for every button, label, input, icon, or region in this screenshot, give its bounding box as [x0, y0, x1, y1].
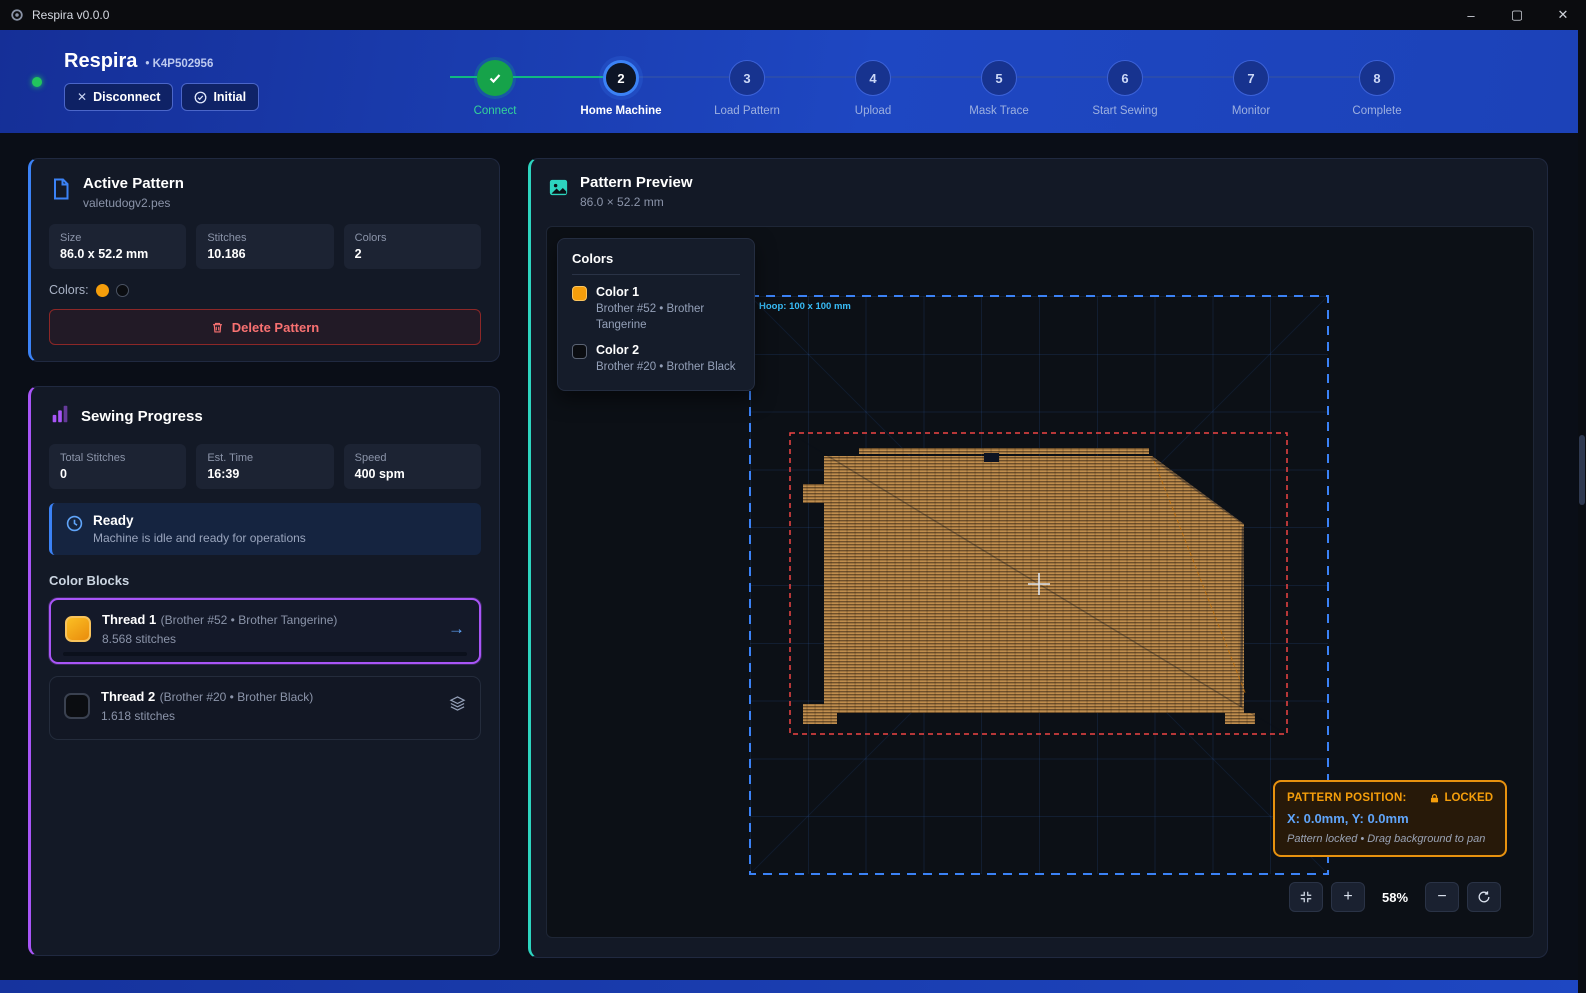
preview-dimensions: 86.0 × 52.2 mm: [580, 195, 693, 209]
zoom-reset-button[interactable]: [1467, 882, 1501, 912]
legend-swatch-2: [572, 344, 587, 359]
delete-pattern-button[interactable]: Delete Pattern: [49, 309, 481, 345]
colors-label: Colors:: [49, 283, 89, 297]
connection-status-dot: [32, 77, 42, 87]
machine-status-banner: Ready Machine is idle and ready for oper…: [49, 503, 481, 555]
step-connect[interactable]: Connect: [432, 60, 558, 117]
step-home-machine[interactable]: 2 Home Machine: [558, 60, 684, 117]
check-circle-icon: [194, 91, 207, 104]
step-complete[interactable]: 8 Complete: [1314, 60, 1440, 117]
pattern-lock-hint: Pattern locked • Drag background to pan: [1287, 833, 1493, 845]
hoop-size-label: Hoop: 100 x 100 mm: [759, 301, 851, 312]
next-section-strip: [0, 980, 1586, 993]
thread-1-swatch: [65, 616, 91, 642]
stat-size: Size 86.0 x 52.2 mm: [49, 224, 186, 269]
stat-est-time: Est. Time 16:39: [196, 444, 333, 489]
maximize-button[interactable]: ▢: [1494, 0, 1540, 30]
zoom-controls: + 58% −: [1289, 882, 1501, 912]
app-header: Respira • K4P502956 ✕ Disconnect Initial…: [0, 30, 1586, 133]
status-desc: Machine is idle and ready for operations: [93, 531, 306, 545]
file-icon: [49, 177, 73, 206]
step-start-sewing[interactable]: 6 Start Sewing: [1062, 60, 1188, 117]
color-blocks-label: Color Blocks: [49, 573, 481, 588]
window-titlebar: Respira v0.0.0 – ▢ ✕: [0, 0, 1586, 30]
image-icon: [547, 176, 570, 204]
close-button[interactable]: ✕: [1540, 0, 1586, 30]
clock-icon: [66, 515, 83, 537]
trash-icon: [211, 321, 224, 334]
x-icon: ✕: [77, 90, 87, 104]
pattern-coordinates: X: 0.0mm, Y: 0.0mm: [1287, 811, 1493, 826]
thread-row-2[interactable]: Thread 2 (Brother #20 • Brother Black) 1…: [49, 676, 481, 740]
minimize-button[interactable]: –: [1448, 0, 1494, 30]
window-title: Respira v0.0.0: [32, 8, 109, 22]
workflow-stepper: Connect 2 Home Machine 3 Load Pattern 4 …: [432, 60, 1440, 117]
stat-speed: Speed 400 spm: [344, 444, 481, 489]
step-load-pattern[interactable]: 3 Load Pattern: [684, 60, 810, 117]
stat-colors: Colors 2: [344, 224, 481, 269]
legend-entry-2: Color 2 Brother #20 • Brother Black: [572, 343, 740, 376]
zoom-out-button[interactable]: −: [1425, 882, 1459, 912]
color-swatch-2: [116, 284, 129, 297]
arrow-right-icon: →: [448, 619, 465, 639]
thread-2-swatch: [64, 693, 90, 719]
pattern-position-label: PATTERN POSITION:: [1287, 792, 1407, 804]
bar-chart-icon: [49, 403, 71, 430]
step-mask-trace[interactable]: 5 Mask Trace: [936, 60, 1062, 117]
window-scrollbar[interactable]: [1578, 30, 1586, 993]
legend-swatch-1: [572, 286, 587, 301]
sewing-progress-title: Sewing Progress: [81, 408, 203, 425]
sewing-progress-card: Sewing Progress Total Stitches 0 Est. Ti…: [28, 386, 500, 956]
hoop-grid: [750, 296, 1328, 874]
step-monitor[interactable]: 7 Monitor: [1188, 60, 1314, 117]
pattern-filename: valetudogv2.pes: [83, 196, 184, 210]
scrollbar-thumb[interactable]: [1579, 435, 1585, 505]
thread-row-1[interactable]: Thread 1 (Brother #52 • Brother Tangerin…: [49, 598, 481, 664]
thread-1-progressbar: [63, 652, 467, 656]
locked-badge: LOCKED: [1444, 792, 1493, 804]
zoom-fit-button[interactable]: [1289, 882, 1323, 912]
step-upload[interactable]: 4 Upload: [810, 60, 936, 117]
stat-stitches: Stitches 10.186: [196, 224, 333, 269]
legend-entry-1: Color 1 Brother #52 • Brother Tangerine: [572, 285, 740, 333]
zoom-level: 58%: [1373, 890, 1417, 905]
color-swatch-1: [96, 284, 109, 297]
zoom-in-button[interactable]: +: [1331, 882, 1365, 912]
initial-button[interactable]: Initial: [181, 83, 259, 111]
pattern-preview-card: Pattern Preview 86.0 × 52.2 mm: [528, 158, 1548, 958]
colors-legend: Colors Color 1 Brother #52 • Brother Tan…: [557, 238, 755, 391]
status-title: Ready: [93, 513, 306, 528]
legend-title: Colors: [572, 251, 740, 275]
step-check-icon: [477, 60, 513, 96]
layers-icon: [449, 695, 466, 717]
active-pattern-card: Active Pattern valetudogv2.pes Size 86.0…: [28, 158, 500, 362]
app-icon: [10, 8, 24, 22]
stat-total-stitches: Total Stitches 0: [49, 444, 186, 489]
active-pattern-title: Active Pattern: [83, 175, 184, 192]
preview-title: Pattern Preview: [580, 174, 693, 191]
disconnect-button[interactable]: ✕ Disconnect: [64, 83, 173, 111]
app-brand: Respira: [64, 50, 137, 73]
machine-serial: • K4P502956: [145, 58, 213, 70]
preview-canvas[interactable]: Hoop: 100 x 100 mm Colors Color 1 Brothe…: [546, 226, 1534, 938]
pattern-position-panel: PATTERN POSITION: LOCKED X: 0.0mm, Y: 0.…: [1273, 780, 1507, 857]
lock-icon: [1429, 793, 1440, 804]
